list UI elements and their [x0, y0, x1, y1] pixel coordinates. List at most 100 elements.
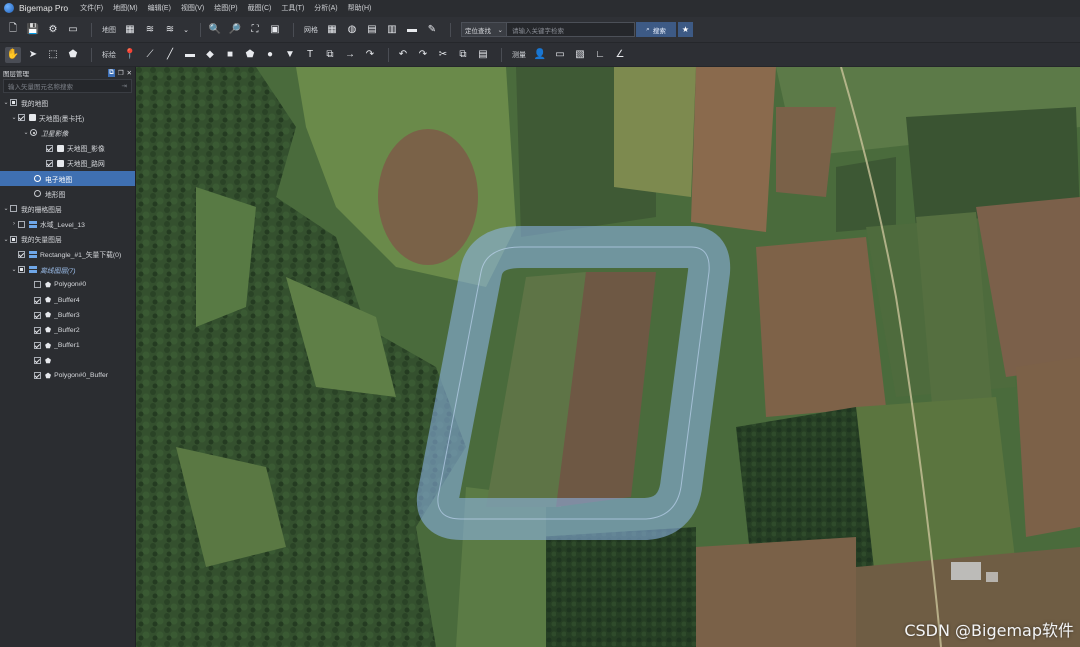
tree-checkbox[interactable] — [10, 205, 17, 213]
search-input[interactable]: 请输入关键字检索 — [507, 22, 635, 37]
tree-checkbox[interactable] — [34, 281, 41, 289]
eraser-icon[interactable]: ◆ — [202, 47, 218, 63]
tree-radio[interactable] — [30, 129, 37, 137]
symbol-icon[interactable]: ⧉ — [322, 47, 338, 63]
tree-row-electronic-map[interactable]: 电子地图 — [0, 170, 135, 187]
tree-checkbox[interactable] — [34, 357, 41, 365]
select-arrow-icon[interactable]: ➤ — [25, 47, 41, 63]
tree-row-terrain[interactable]: 地形图 — [0, 186, 135, 201]
grid-icon[interactable]: ▦ — [324, 22, 340, 38]
text-tool-icon[interactable]: T — [302, 47, 318, 63]
area-icon[interactable]: ▧ — [572, 47, 588, 63]
person-icon[interactable]: 👤 — [532, 47, 548, 63]
tree-checkbox[interactable] — [10, 235, 17, 243]
chevron-down-icon[interactable]: ⌄ — [22, 129, 30, 136]
chevron-down-icon[interactable]: ⌄ — [2, 99, 10, 106]
square-icon[interactable]: ■ — [222, 47, 238, 63]
rectangle-draw-icon[interactable]: ▬ — [182, 47, 198, 63]
pentagon-icon[interactable]: ⬟ — [242, 47, 258, 63]
pan-hand-icon[interactable]: ✋ — [5, 46, 21, 63]
tree-row-rectangle[interactable]: Rectangle_#1_矢量下载(0) — [0, 247, 135, 262]
globe-icon[interactable]: ◍ — [344, 22, 360, 38]
tree-radio[interactable] — [34, 190, 41, 198]
tree-row-polygon0[interactable]: ⬟ Polygon#0 — [0, 277, 135, 292]
scissors-icon[interactable]: ✂ — [435, 47, 451, 63]
polyline-icon[interactable]: ⟋ — [142, 47, 158, 63]
graticule-icon[interactable]: ▤ — [364, 22, 380, 38]
chevron-down-icon[interactable]: ⌄ — [10, 266, 18, 273]
select-area-icon[interactable]: ⬟ — [65, 47, 81, 63]
collapse-icon[interactable]: ⇥ — [122, 82, 127, 90]
chevron-right-icon[interactable]: › — [10, 221, 18, 227]
menu-view[interactable]: 视图(V) — [181, 3, 204, 13]
tree-checkbox[interactable] — [34, 342, 41, 350]
tree-row-tianditu-mercator[interactable]: ⌄ 天地图(墨卡托) — [0, 110, 135, 125]
folder-icon[interactable]: ▬ — [404, 22, 420, 38]
zoom-in-icon[interactable]: 🔍 — [207, 22, 223, 38]
tree-checkbox[interactable] — [34, 372, 41, 380]
tree-row-buffer2[interactable]: ⬟ _Buffer2 — [0, 323, 135, 338]
tree-row-polygon0-buffer[interactable]: ⬟ Polygon#0_Buffer — [0, 368, 135, 383]
pin-icon[interactable]: ⧉ — [108, 68, 115, 77]
chevron-down-icon[interactable]: ⌄ — [2, 236, 10, 243]
favorite-star-icon[interactable]: ★ — [678, 22, 693, 37]
tree-checkbox[interactable] — [18, 220, 25, 228]
redo-icon[interactable]: ↷ — [415, 47, 431, 63]
menu-help[interactable]: 帮助(H) — [348, 3, 372, 13]
curve-arrow-icon[interactable]: ↷ — [362, 47, 378, 63]
tree-checkbox[interactable] — [34, 311, 41, 319]
settings-icon[interactable]: ⚙ — [45, 22, 61, 38]
map-source-icon[interactable]: ▦ — [122, 22, 138, 38]
tree-checkbox[interactable] — [46, 159, 53, 167]
brush-icon[interactable]: ✎ — [424, 22, 440, 38]
tree-row-offline[interactable]: ⌄ 离线图层(7) — [0, 262, 135, 277]
search-mode-select[interactable]: 定位查找 ⌄ — [461, 22, 507, 37]
menu-tools[interactable]: 工具(T) — [281, 3, 304, 13]
chevron-down-icon[interactable]: ⌄ — [2, 205, 10, 212]
menu-screenshot[interactable]: 截图(C) — [248, 3, 272, 13]
arrow-icon[interactable]: → — [342, 47, 358, 63]
tree-row-unnamed[interactable]: ⬟ — [0, 353, 135, 368]
overlay-icon[interactable]: ≋ — [162, 22, 178, 38]
map-view[interactable]: CSDN @Bigemap软件 — [136, 67, 1080, 647]
tree-row-tianditu-roads[interactable]: 天地图_路网 — [0, 156, 135, 171]
tree-row-my-maps[interactable]: ⌄ 我的地图 — [0, 95, 135, 110]
layer-search-input[interactable]: 输入矢量图元名称搜索 ⇥ — [3, 79, 132, 93]
menu-analysis[interactable]: 分析(A) — [314, 3, 337, 13]
chevron-down-icon[interactable]: ⌄ — [10, 114, 18, 121]
save-icon[interactable]: 💾 — [25, 22, 41, 38]
search-button[interactable]: ⌕ 搜索 — [636, 22, 676, 37]
tree-row-water-level[interactable]: › 水域_Level_13 — [0, 217, 135, 232]
screen-icon[interactable]: ▭ — [65, 22, 81, 38]
table-icon[interactable]: ▥ — [384, 22, 400, 38]
circle-icon[interactable]: ● — [262, 47, 278, 63]
angle-measure-icon[interactable]: ∠ — [612, 47, 628, 63]
layer-switch-icon[interactable]: ≋ — [142, 22, 158, 38]
distance-icon[interactable]: ▭ — [552, 47, 568, 63]
tree-checkbox[interactable] — [18, 266, 25, 274]
tree-checkbox[interactable] — [34, 326, 41, 334]
tree-row-satellite[interactable]: ⌄ 卫星影像 — [0, 125, 135, 140]
tree-checkbox[interactable] — [10, 99, 17, 107]
tree-row-my-vector[interactable]: ⌄ 我的矢量图层 — [0, 232, 135, 247]
menu-file[interactable]: 文件(F) — [80, 3, 103, 13]
tree-radio[interactable] — [34, 175, 41, 183]
select-box-icon[interactable]: ⬚ — [45, 47, 61, 63]
line-icon[interactable]: ╱ — [162, 47, 178, 63]
point-marker-icon[interactable]: 📍 — [122, 47, 138, 63]
tree-checkbox[interactable] — [18, 114, 25, 122]
menu-edit[interactable]: 编辑(E) — [148, 3, 171, 13]
menu-map[interactable]: 地图(M) — [113, 3, 138, 13]
tree-checkbox[interactable] — [18, 250, 25, 258]
tree-row-buffer1[interactable]: ⬟ _Buffer1 — [0, 338, 135, 353]
angle-icon[interactable]: ∟ — [592, 47, 608, 63]
tree-checkbox[interactable] — [34, 296, 41, 304]
edit-icon[interactable]: ▤ — [475, 47, 491, 63]
new-icon[interactable]: 🗋 — [5, 22, 21, 38]
menu-draw[interactable]: 绘图(P) — [214, 3, 237, 13]
zoom-extent-icon[interactable]: ⛶ — [247, 22, 263, 38]
undo-icon[interactable]: ↶ — [395, 47, 411, 63]
zoom-out-icon[interactable]: 🔎 — [227, 22, 243, 38]
full-view-icon[interactable]: ▣ — [267, 22, 283, 38]
float-icon[interactable]: ❐ — [118, 69, 124, 77]
